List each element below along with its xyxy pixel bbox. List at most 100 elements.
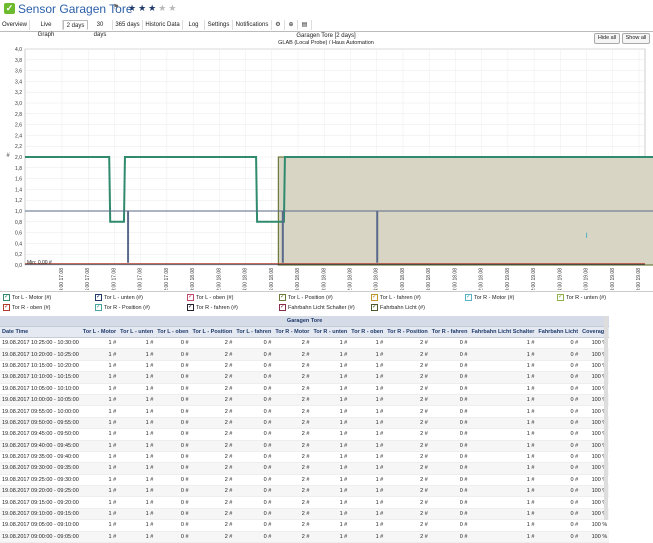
y-tick-label: 2,4 [15, 133, 22, 139]
table-cell: 2 # [273, 383, 312, 395]
column-header[interactable]: Tor L - oben [155, 326, 191, 338]
legend-checkbox[interactable]: ✓ [187, 294, 194, 301]
legend-checkbox[interactable]: ✓ [95, 294, 102, 301]
legend-checkbox[interactable]: ✓ [95, 304, 102, 311]
tab-settings[interactable]: Settings [205, 20, 233, 30]
tab-2-days[interactable]: 2 days [63, 20, 88, 30]
table-cell: 2 # [190, 371, 235, 384]
star-empty-icon[interactable]: ★ [168, 3, 178, 13]
chart-svg: Garagen Tore [2 days]GLAB (Local Probe) … [6, 33, 653, 294]
legend-item[interactable]: ✓ Tor L - Motor (#) [3, 294, 51, 301]
row-datetime: 19.08.2017 09:30:00 - 09:35:00 [0, 462, 81, 475]
legend-item[interactable]: ✓ Tor R - Position (#) [95, 304, 150, 311]
legend-checkbox[interactable]: ✓ [279, 304, 286, 311]
table-cell: 1 # [311, 394, 350, 407]
show-all-button[interactable]: Show all [622, 33, 650, 44]
table-cell: 1 # [118, 394, 156, 407]
table-cell: 2 # [190, 496, 235, 509]
legend-checkbox[interactable]: ✓ [557, 294, 564, 301]
table-cell: 1 # [349, 348, 386, 361]
tab-30-days[interactable]: 30 days [88, 20, 113, 38]
legend-item[interactable]: ✓ Tor L - fahren (#) [371, 294, 421, 301]
column-header[interactable]: Tor L - Motor [80, 326, 119, 338]
tab-notifications[interactable]: Notifications [233, 20, 272, 30]
legend-checkbox[interactable]: ✓ [371, 294, 378, 301]
page-header: ✓ Sensor Garagen Tore ⚑ ★★★★★ [0, 0, 653, 20]
table-cell: 2 # [385, 383, 430, 395]
legend-label: Tor R - oben (#) [12, 304, 51, 311]
table-cell: 0 # [234, 337, 274, 350]
star-empty-icon[interactable]: ★ [158, 3, 168, 13]
table-cell: 1 # [118, 462, 156, 475]
column-header[interactable]: Tor R - oben [349, 326, 386, 338]
row-datetime: 19.08.2017 09:20:00 - 09:25:00 [0, 485, 81, 498]
legend-item[interactable]: ✓ Tor L - unten (#) [95, 294, 143, 301]
y-axis-label: # [6, 153, 10, 159]
tab-historic-data[interactable]: Historic Data [143, 20, 183, 30]
tab-overview[interactable]: Overview [0, 20, 30, 30]
tab-icon-11[interactable]: ▤ [298, 20, 312, 30]
table-row: 19.08.2017 10:25:00 - 10:30:00 1 #1 #0 #2… [0, 337, 610, 350]
column-header[interactable]: Date Time [0, 326, 81, 338]
table-cell: 1 # [311, 508, 350, 521]
column-header[interactable]: Fahrbahn Licht [536, 326, 581, 338]
column-header[interactable]: Tor L - Position [190, 326, 235, 338]
legend-checkbox[interactable]: ✓ [3, 294, 10, 301]
table-cell: 0 # [155, 348, 191, 361]
table-cell: 2 # [273, 519, 312, 532]
column-header[interactable]: Tor L - unten [118, 326, 156, 338]
legend-checkbox[interactable]: ✓ [3, 304, 10, 311]
legend-checkbox[interactable]: ✓ [187, 304, 194, 311]
table-cell: 1 # [118, 508, 156, 521]
tab-icon-9[interactable]: ⚙ [272, 20, 285, 30]
y-tick-label: 1,6 [15, 177, 22, 183]
legend-item[interactable]: ✓ Tor R - fahren (#) [187, 304, 238, 311]
table-cell: 1 # [80, 496, 119, 509]
table-cell: 0 # [155, 485, 191, 498]
rating-stars[interactable]: ★★★★★ [128, 3, 178, 14]
tab-log[interactable]: Log [183, 20, 205, 30]
legend-item[interactable]: ✓ Tor R - Motor (#) [465, 294, 514, 301]
table-scrollbar[interactable] [604, 316, 608, 520]
star-filled-icon[interactable]: ★ [138, 3, 148, 13]
table-cell: 0 # [234, 474, 274, 487]
table-cell: 1 # [349, 417, 386, 430]
column-header[interactable]: Tor R - fahren [429, 326, 470, 338]
table-cell: 2 # [190, 383, 235, 395]
table-cell: 0 # [429, 496, 470, 509]
legend-item[interactable]: ✓ Tor R - unten (#) [557, 294, 606, 301]
legend-item[interactable]: ✓ Tor L - oben (#) [187, 294, 233, 301]
table-cell: 0 # [536, 474, 581, 487]
legend-checkbox[interactable]: ✓ [371, 304, 378, 311]
table-cell: 0 # [234, 360, 274, 373]
table-cell: 0 # [155, 462, 191, 475]
tab-live-graph[interactable]: Live Graph [30, 20, 63, 38]
column-header[interactable]: Tor L - fahren [234, 326, 274, 338]
table-cell: 1 # [469, 371, 537, 384]
star-filled-icon[interactable]: ★ [128, 3, 138, 13]
tab-icon-10[interactable]: ⊕ [285, 20, 298, 30]
row-datetime: 19.08.2017 10:10:00 - 10:15:00 [0, 371, 81, 384]
table-row: 19.08.2017 09:20:00 - 09:25:00 1 #1 #0 #2… [0, 485, 610, 498]
table-cell: 2 # [190, 405, 235, 418]
column-header[interactable]: Tor R - Position [385, 326, 430, 338]
column-header[interactable]: Fahrbahn Licht Schalter [469, 326, 537, 338]
star-filled-icon[interactable]: ★ [148, 3, 158, 13]
legend-item[interactable]: ✓ Fahrbahn Licht (#) [371, 304, 425, 311]
legend-checkbox[interactable]: ✓ [279, 294, 286, 301]
column-header[interactable]: Tor R - unten [311, 326, 350, 338]
flag-icon[interactable]: ⚑ [113, 3, 119, 11]
table-cell: 1 # [349, 360, 386, 373]
row-datetime: 19.08.2017 09:55:00 - 10:00:00 [0, 405, 81, 418]
table-cell: 1 # [469, 383, 537, 395]
table-cell: 1 # [118, 519, 156, 532]
x-tick-label: 10:00 19.08 [636, 268, 642, 290]
table-cell: 2 # [273, 508, 312, 521]
legend-item[interactable]: ✓ Tor R - oben (#) [3, 304, 51, 311]
legend-checkbox[interactable]: ✓ [465, 294, 472, 301]
column-header[interactable]: Tor R - Motor [273, 326, 312, 338]
tab-365-days[interactable]: 365 days [113, 20, 143, 30]
legend-item[interactable]: ✓ Fahrbahn Licht Schalter (#) [279, 304, 355, 311]
hide-all-button[interactable]: Hide all [594, 33, 620, 44]
legend-item[interactable]: ✓ Tor L - Position (#) [279, 294, 333, 301]
